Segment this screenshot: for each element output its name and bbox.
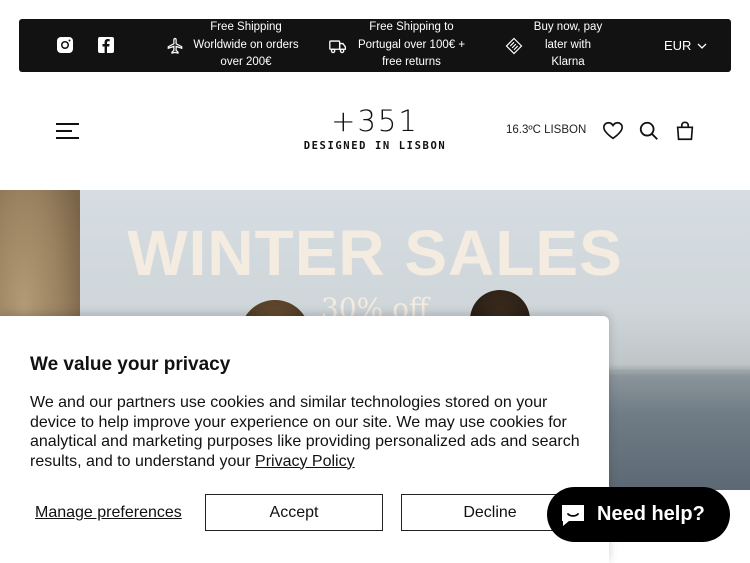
chat-bubble-icon xyxy=(559,501,587,529)
chevron-down-icon xyxy=(697,38,707,53)
promo-klarna: Buy now, pay later with Klarna xyxy=(503,19,633,72)
accept-button[interactable]: Accept xyxy=(205,494,383,531)
promo-portugal-shipping: Free Shipping to Portugal over 100€ + fr… xyxy=(327,19,477,72)
promo-text: Free Shipping Worldwide on orders over 2… xyxy=(193,21,299,69)
cookie-body: We and our partners use cookies and simi… xyxy=(30,393,590,471)
brand-logo[interactable]: +351 DESIGNED IN LISBON xyxy=(300,104,450,152)
privacy-policy-link[interactable]: Privacy Policy xyxy=(255,453,355,470)
delivery-truck-icon xyxy=(327,35,349,57)
menu-icon[interactable] xyxy=(55,120,81,142)
logo-main: +351 xyxy=(331,104,419,138)
promo-text: Free Shipping to Portugal over 100€ + fr… xyxy=(357,21,466,69)
facebook-icon[interactable] xyxy=(97,36,115,54)
airplane-icon xyxy=(164,35,186,57)
promo-text: Buy now, pay later with Klarna xyxy=(533,21,603,69)
currency-label: EUR xyxy=(664,38,692,53)
chat-label: Need help? xyxy=(597,503,705,525)
weather-readout: 16.3ºC LISBON xyxy=(506,124,587,136)
search-icon[interactable] xyxy=(638,120,660,142)
cookie-consent-dialog: We value your privacy We and our partner… xyxy=(0,316,609,563)
heart-icon[interactable] xyxy=(602,120,624,142)
manage-preferences-link[interactable]: Manage preferences xyxy=(35,504,182,522)
logo-tagline: DESIGNED IN LISBON xyxy=(303,140,447,152)
announcement-bar: Free Shipping Worldwide on orders over 2… xyxy=(19,19,731,72)
bag-icon[interactable] xyxy=(674,120,696,142)
hero-title: WINTER SALES xyxy=(127,217,623,289)
currency-selector[interactable]: EUR xyxy=(664,19,707,72)
chat-help-button[interactable]: Need help? xyxy=(547,487,730,542)
promo-worldwide-shipping: Free Shipping Worldwide on orders over 2… xyxy=(164,19,309,72)
instagram-icon[interactable] xyxy=(56,36,74,54)
cookie-title: We value your privacy xyxy=(30,354,231,375)
klarna-icon xyxy=(503,35,525,57)
